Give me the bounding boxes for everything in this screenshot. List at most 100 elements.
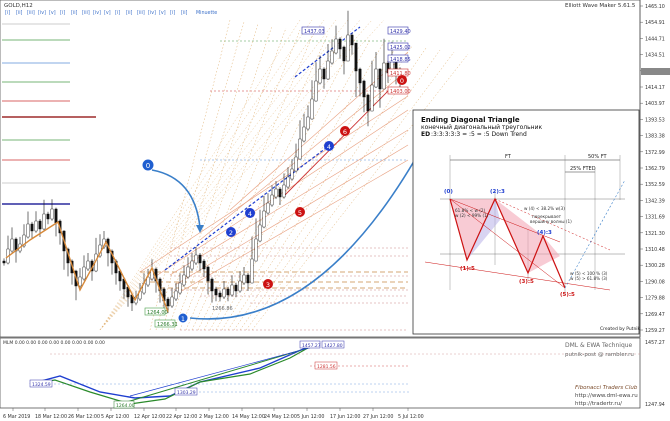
tag-low-c: 1266.86 [212, 306, 233, 312]
price-tick-9: 1372.99 [645, 150, 665, 156]
pt-5: (5):5 [560, 292, 575, 298]
mini-header: MLM 0.00 0.00 0.00 0.00 0.00 0.00 0.00 0… [3, 340, 105, 346]
diagram-credit: Created by Putnik [600, 326, 641, 332]
diagram-subtitle: конечный диагональный треугольник [421, 124, 542, 131]
svg-text:2: 2 [229, 229, 233, 237]
timeframe-6[interactable]: [ii] [71, 10, 78, 16]
timeframe-13[interactable]: [iv] [148, 10, 156, 16]
symbol-label: GOLD,H12 [4, 3, 33, 9]
timeframe-9[interactable]: [v] [104, 10, 111, 16]
current-price-tag [641, 68, 670, 75]
price-tick-20: 1259.27 [645, 328, 665, 334]
mini-tag-6: 1427.80 [324, 343, 343, 349]
timeframe-1[interactable]: [ii] [16, 10, 23, 16]
time-tick-12: 5 Jul 12:00 [398, 414, 424, 420]
ft50-label: 50% FT [588, 154, 607, 160]
price-tick-0: 1465.10 [645, 4, 665, 10]
timeframe-0[interactable]: [i] [5, 10, 10, 16]
time-tick-8: 24 May 12:00 [264, 414, 297, 420]
indicator-title: Elliott Wave Maker 5.61.5 [565, 3, 636, 9]
svg-text:0: 0 [146, 162, 150, 170]
timeframe-11[interactable]: [ii] [126, 10, 133, 16]
sub-tick-1: 1247.94 [645, 402, 665, 408]
wave-circle-0: 0 [141, 158, 155, 172]
note-right-2: w (5) > 61.8% (3) [570, 276, 608, 281]
time-axis: 6 Mar 2019 18 Mar 12:00 26 Mar 12:00 5 Apr … [3, 408, 424, 420]
timeframe-3[interactable]: [iv] [38, 10, 46, 16]
time-tick-1: 18 Mar 12:00 [35, 414, 67, 420]
tag-1429: 1429.40 [390, 29, 411, 35]
svg-text:3: 3 [266, 281, 270, 289]
chart-window: GOLD,H12 Elliott Wave Maker 5.61.5 [i] [i… [0, 0, 670, 421]
wave-circle-6: 6 [340, 126, 350, 136]
timeframe-17[interactable]: Minuette [196, 10, 217, 16]
timeframe-4[interactable]: [v] [49, 10, 56, 16]
price-tick-5: 1414.17 [645, 85, 665, 91]
svg-text:4: 4 [248, 210, 252, 218]
timeframe-5[interactable]: [i] [60, 10, 65, 16]
diagram-title: Ending Diagonal Triangle [421, 116, 520, 124]
wave-circle-red0: 0 [397, 75, 407, 85]
svg-text:6: 6 [343, 128, 347, 136]
wm-line1: DML & EWA Technique [565, 342, 633, 349]
price-tick-16: 1300.28 [645, 263, 665, 269]
mini-tag-4: 1457.27 [302, 343, 321, 349]
time-tick-3: 5 Apr 12:00 [101, 414, 129, 420]
svg-text:0: 0 [400, 77, 404, 85]
tag-1419: 1418.85 [390, 57, 411, 63]
timeframe-15[interactable]: [i] [170, 10, 175, 16]
price-tick-7: 1393.53 [645, 117, 665, 123]
price-tick-15: 1310.48 [645, 247, 665, 253]
note-mid-3: вершину волны (1) [530, 219, 572, 224]
timeframe-12[interactable]: [iii] [137, 10, 145, 16]
wm-line3: Fibonacci Traders Club [575, 385, 638, 391]
timeframe-10[interactable]: [i] [115, 10, 120, 16]
wave-circle-1: 1 [177, 312, 189, 324]
sub-tick-0: 1457.27 [645, 340, 665, 346]
wm-line5: http://tradertr.ru/ [575, 401, 622, 407]
timeframe-7[interactable]: [iii] [82, 10, 90, 16]
diagram-box: Ending Diagonal Triangle конечный диагон… [412, 109, 641, 335]
timeframe-8[interactable]: [iv] [93, 10, 101, 16]
time-tick-7: 14 May 12:00 [232, 414, 265, 420]
price-tick-3: 1434.51 [645, 53, 665, 59]
tag-low-b: 1266.31 [157, 322, 178, 328]
note-mid-1: w (4) < 38.2% w(3) [524, 206, 565, 211]
diagram-formula: :3:3:3:3:3 = :5 = :5 Down Trend [431, 131, 527, 138]
wm-line2: putnik-post @ rambler.ru [565, 352, 634, 358]
mini-tag-2: 1303.29 [177, 390, 196, 396]
svg-text:1: 1 [181, 315, 185, 323]
ft-label: FT [505, 154, 512, 160]
price-axis: 1465.101454.911444.711434.511424.311414.… [639, 0, 665, 337]
timeframe-16[interactable]: [ii] [181, 10, 188, 16]
tag-1403: 1403.00 [390, 89, 411, 95]
sub-price-axis: 1457.27 1247.94 [645, 340, 665, 408]
svg-text:5: 5 [298, 209, 302, 217]
tag-top-high: 1437.03 [304, 29, 325, 35]
price-tick-19: 1269.47 [645, 312, 665, 318]
mini-tag-5: 1264.00 [116, 403, 135, 409]
wave-circle-4b: 4 [245, 208, 255, 218]
wave-circle-3: 3 [263, 279, 273, 289]
price-tick-12: 1342.39 [645, 198, 665, 204]
wave-circle-2: 2 [226, 227, 236, 237]
price-tick-1: 1454.91 [645, 20, 665, 26]
timeframe-2[interactable]: [iii] [27, 10, 35, 16]
tag-1425: 1425.02 [390, 45, 411, 51]
pt-0: (0) [444, 189, 453, 195]
tag-low-a: 1264.00 [147, 310, 168, 316]
timeframe-14[interactable]: [v] [159, 10, 166, 16]
mini-tag-1: 1324.59 [32, 382, 51, 388]
time-tick-6: 2 May 12:00 [199, 414, 229, 420]
wm-line4: http://www.dml-ewa.ru [575, 393, 638, 399]
note-left-2: w (2) < 99% (1) [455, 213, 489, 218]
price-tick-13: 1331.69 [645, 215, 665, 221]
time-tick-9: 5 Jun 12:00 [297, 414, 324, 420]
time-tick-10: 17 Jun 12:00 [330, 414, 360, 420]
time-tick-11: 27 Jun 12:00 [363, 414, 393, 420]
price-tick-11: 1352.59 [645, 182, 665, 188]
ft25-label: 25% FTED [570, 166, 596, 172]
wave-circle-4: 4 [324, 141, 334, 151]
mini-tag-3: 1281.56 [317, 364, 336, 370]
svg-text:4: 4 [327, 143, 331, 151]
